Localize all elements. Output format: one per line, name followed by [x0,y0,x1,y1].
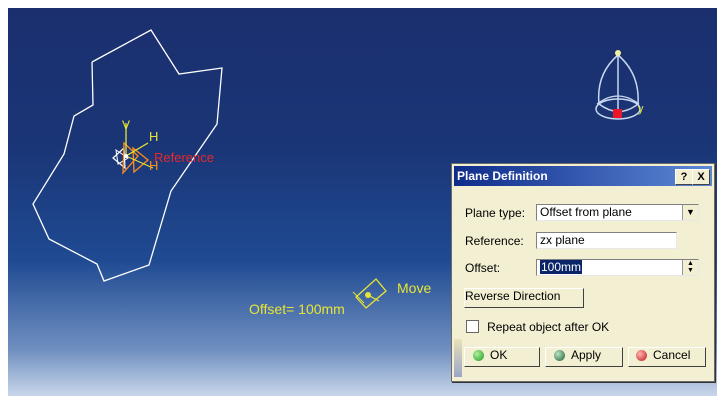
offset-value: 100mm [540,260,583,274]
repeat-object-label: Repeat object after OK [487,320,610,334]
axis-h-label: H [149,129,158,144]
plane-type-value: Offset from plane [540,205,632,219]
compass-icon[interactable] [595,50,641,120]
reverse-direction-button[interactable]: Reverse Direction [464,288,584,308]
ok-icon [473,350,484,362]
reference-input[interactable]: zx plane [536,232,677,249]
dialog-titlebar[interactable]: Plane Definition ? X [454,166,712,186]
help-button[interactable]: ? [675,169,693,185]
move-label: Move [397,280,431,296]
ok-button[interactable]: OK [464,347,540,367]
reference-label: Reference: [465,234,524,248]
3d-viewport[interactable]: V H H Reference Offset= 100mm Move y Pla… [8,8,717,396]
close-button[interactable]: X [692,169,710,185]
checkbox-box[interactable] [466,320,479,333]
apply-button[interactable]: Apply [545,347,623,367]
plane-definition-dialog[interactable]: Plane Definition ? X Plane type: Offset … [451,163,715,382]
ok-label: OK [490,348,508,362]
cancel-icon [636,350,647,362]
spinner-icon[interactable]: ▲ ▼ [682,260,698,275]
cancel-label: Cancel [653,348,691,362]
plane-type-select[interactable]: Offset from plane ▼ [536,204,699,221]
cancel-button[interactable]: Cancel [628,347,706,367]
plane-type-label: Plane type: [465,206,526,220]
reference-axis-marker[interactable] [112,123,154,175]
compass-axis-label: y [638,103,644,115]
repeat-object-checkbox[interactable]: Repeat object after OK [466,316,609,335]
move-manipulator[interactable] [352,278,387,309]
axis-v-label: V [122,118,130,132]
dialog-title: Plane Definition [457,169,548,183]
offset-input[interactable]: 100mm ▲ ▼ [536,259,699,276]
dialog-button-strip [454,339,462,377]
apply-icon [554,350,565,362]
offset-label: Offset: [465,261,501,275]
apply-label: Apply [571,348,602,362]
reference-label: Reference [154,150,214,165]
chevron-down-icon[interactable]: ▼ [682,205,698,220]
offset-readout: Offset= 100mm [249,301,345,317]
